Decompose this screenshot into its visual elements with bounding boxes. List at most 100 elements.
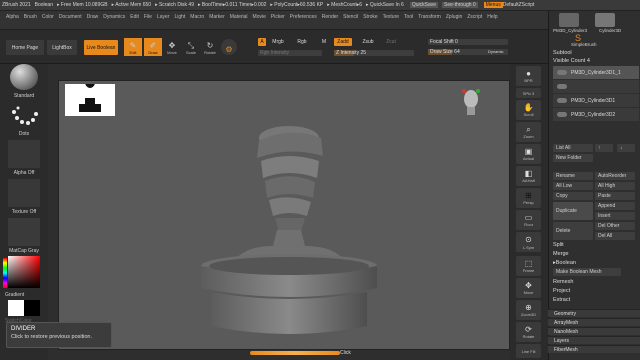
aahalf-button[interactable]: ◧ AAHalf <box>516 166 541 186</box>
split-section[interactable]: Split <box>553 242 564 248</box>
copy-button[interactable]: Copy <box>553 192 593 200</box>
hue-strip[interactable] <box>3 258 7 288</box>
subtool-header[interactable]: Subtool <box>553 50 572 56</box>
color-picker[interactable] <box>8 256 40 288</box>
menu-macro[interactable]: Macro <box>190 13 204 21</box>
divider-handle[interactable] <box>250 351 340 355</box>
subtool-row[interactable]: PM3D_Cylinder3D1_1 <box>553 66 639 79</box>
subtool-eye-icon[interactable] <box>557 84 567 89</box>
menu-file[interactable]: File <box>144 13 152 21</box>
menu-color[interactable]: Color <box>42 13 54 21</box>
menu-light[interactable]: Light <box>174 13 185 21</box>
nanomesh-section[interactable]: NanoMesh <box>548 327 640 335</box>
subtool-row[interactable]: PM3D_Cylinder3D1 <box>553 94 639 107</box>
menu-preferences[interactable]: Preferences <box>290 13 317 21</box>
append-button[interactable]: Append <box>595 202 635 210</box>
stroke-thumbnail[interactable] <box>8 102 40 130</box>
make-boolean-mesh-button[interactable]: Make Boolean Mesh <box>553 268 621 276</box>
menu-alpha[interactable]: Alpha <box>6 13 19 21</box>
lightbox-button[interactable]: LightBox <box>47 40 77 55</box>
subtool-eye-icon[interactable] <box>557 98 567 103</box>
geometry-section[interactable]: Geometry <box>548 309 640 317</box>
zsub-button[interactable]: Zsub <box>360 38 376 46</box>
duplicate-button[interactable]: Duplicate <box>553 202 593 220</box>
merge-section[interactable]: Merge <box>553 251 569 257</box>
menu-zplugin[interactable]: Zplugin <box>446 13 462 21</box>
tool-thumb-2[interactable] <box>595 13 615 27</box>
scroll-button[interactable]: ✋ Scroll <box>516 100 541 120</box>
menu-help[interactable]: Help <box>487 13 497 21</box>
menu-tool[interactable]: Tool <box>404 13 413 21</box>
rotate-view-button[interactable]: ⟳ Rotate <box>516 322 541 342</box>
zoom-button[interactable]: ⌕ Zoom <box>516 122 541 142</box>
menu-stencil[interactable]: Stencil <box>343 13 358 21</box>
move-view-button[interactable]: ✥ Move <box>516 278 541 298</box>
fibermesh-section[interactable]: FiberMesh <box>548 345 640 353</box>
subtool-eye-icon[interactable] <box>557 112 567 117</box>
menu-marker[interactable]: Marker <box>209 13 225 21</box>
menu-draw[interactable]: Draw <box>87 13 99 21</box>
subtool-row[interactable]: PM3D_Cylinder3D2 <box>553 108 639 121</box>
menu-texture[interactable]: Texture <box>383 13 399 21</box>
line-fill-button[interactable]: Line Fill <box>516 344 541 358</box>
rgb-intensity-slider[interactable]: Rgb Intensity <box>258 50 322 56</box>
extract-section[interactable]: Extract <box>553 297 570 303</box>
arraymesh-section[interactable]: ArrayMesh <box>548 318 640 326</box>
menu-render[interactable]: Render <box>322 13 338 21</box>
a-button[interactable]: A <box>258 38 266 46</box>
paste-button[interactable]: Paste <box>595 192 635 200</box>
main-color-swatch[interactable] <box>8 300 24 316</box>
texture-thumbnail[interactable] <box>8 179 40 207</box>
del-all-button[interactable]: Del All <box>595 232 635 240</box>
frame-button[interactable]: ⬚ Frame <box>516 256 541 276</box>
mrgb-button[interactable]: Mrgb <box>270 38 286 46</box>
default-zscript[interactable]: DefaultZScript <box>503 2 535 8</box>
lsym-button[interactable]: L.Sym <box>516 242 541 252</box>
boolean-section[interactable]: ▸Boolean <box>553 260 576 266</box>
gizmo-button[interactable]: ⚙ <box>221 39 237 55</box>
bpr-button[interactable]: ● BPR <box>516 66 541 86</box>
project-section[interactable]: Project <box>553 288 570 294</box>
z-intensity-slider[interactable]: Z Intensity 25 <box>334 50 414 56</box>
layers-section[interactable]: Layers <box>548 336 640 344</box>
menu-document[interactable]: Document <box>59 13 82 21</box>
rotate-button[interactable]: ↻ Rotate <box>201 38 219 56</box>
floor-button[interactable]: ▭ Floor <box>516 210 541 230</box>
live-boolean-button[interactable]: Live Boolean <box>84 40 118 55</box>
brush-thumbnail[interactable] <box>10 64 38 90</box>
del-other-button[interactable]: Del Other <box>595 222 635 230</box>
delete-button[interactable]: Delete <box>553 222 593 240</box>
menu-zscript[interactable]: Zscript <box>467 13 482 21</box>
menu-transform[interactable]: Transform <box>418 13 441 21</box>
menu-layer[interactable]: Layer <box>157 13 170 21</box>
material-thumbnail[interactable] <box>8 218 40 246</box>
zcut-button[interactable]: Zcut <box>384 38 398 46</box>
bust-model[interactable] <box>189 116 389 348</box>
tool-thumb-1[interactable] <box>559 13 579 27</box>
menu-picker[interactable]: Picker <box>271 13 285 21</box>
draw-button[interactable]: ✐ Draw <box>144 38 162 56</box>
spix-slider[interactable]: SPix 3 <box>516 88 541 98</box>
arrow-down-button[interactable]: ↓ <box>617 144 635 152</box>
orientation-head-icon[interactable] <box>461 87 481 123</box>
canvas-viewport[interactable] <box>58 76 510 350</box>
dynamic-label[interactable]: Dynamic <box>488 49 504 54</box>
seethrough-slider[interactable]: See-through 0 <box>442 2 478 8</box>
secondary-color-swatch[interactable] <box>24 300 40 316</box>
menu-stroke[interactable]: Stroke <box>363 13 377 21</box>
rgb-button[interactable]: Rgb <box>296 38 308 46</box>
remesh-section[interactable]: Remesh <box>553 279 573 285</box>
m-button[interactable]: M <box>320 38 328 46</box>
list-all-button[interactable]: List All <box>553 144 593 152</box>
focal-shift-slider[interactable]: Focal Shift 0 <box>428 39 508 45</box>
zoom3d-button[interactable]: ⊕ Zoom3D <box>516 300 541 320</box>
menu-edit[interactable]: Edit <box>130 13 139 21</box>
arrow-up-button[interactable]: ↑ <box>595 144 613 152</box>
quicksave-button[interactable]: QuickSave <box>409 2 439 8</box>
menus-button[interactable]: Menus <box>483 2 503 8</box>
move-button[interactable]: ✥ Move <box>163 38 181 56</box>
autoreorder-button[interactable]: AutoReorder <box>595 172 635 180</box>
all-high-button[interactable]: All High <box>595 182 635 190</box>
scale-button[interactable]: ⤡ Scale <box>182 38 200 56</box>
insert-button[interactable]: Insert <box>595 212 635 220</box>
